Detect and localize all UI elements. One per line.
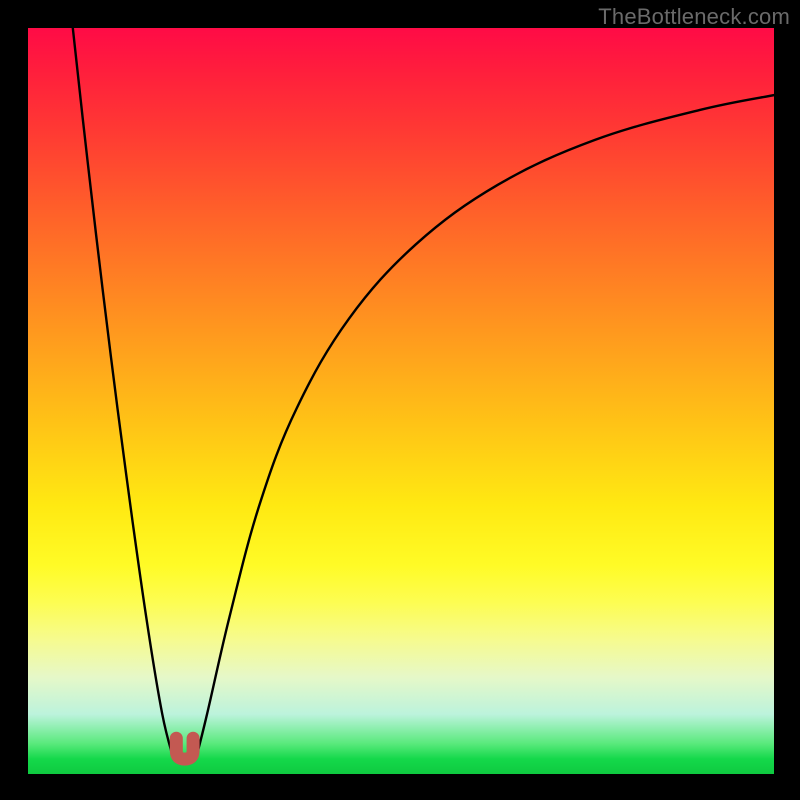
left-branch-curve bbox=[73, 28, 174, 759]
minimum-marker-u bbox=[176, 738, 193, 759]
outer-frame: TheBottleneck.com bbox=[0, 0, 800, 800]
curve-layer bbox=[28, 28, 774, 774]
right-branch-curve bbox=[196, 95, 774, 759]
watermark-text: TheBottleneck.com bbox=[598, 4, 790, 30]
plot-area bbox=[28, 28, 774, 774]
